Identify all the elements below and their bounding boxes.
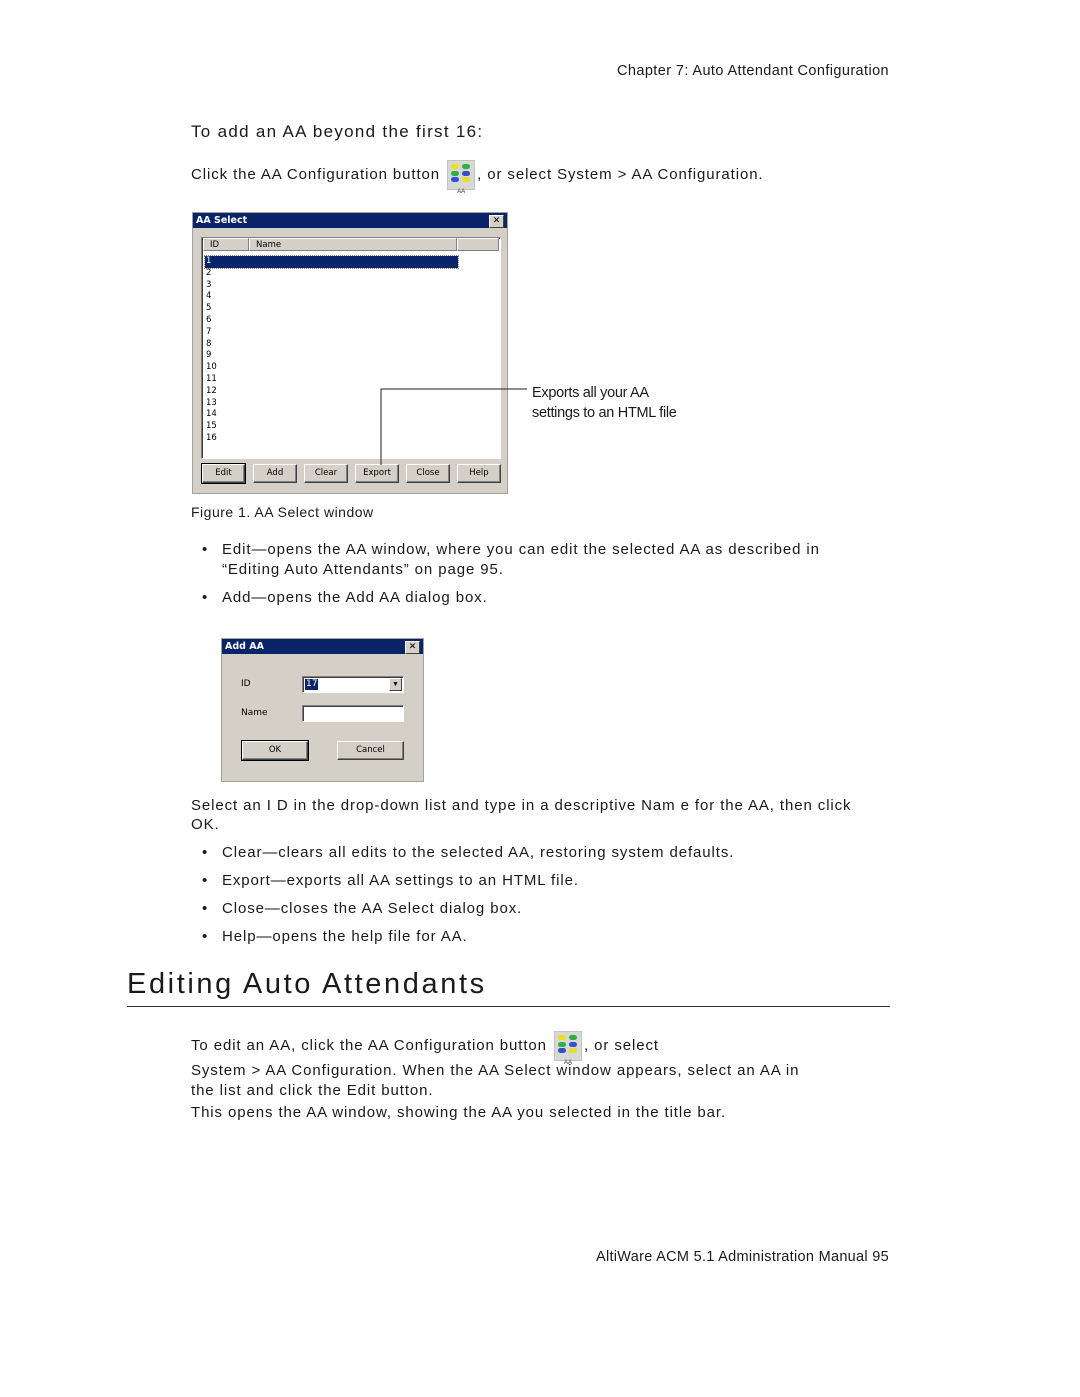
heading-rule — [127, 1006, 890, 1007]
page-footer: AltiWare ACM 5.1 Administration Manual 9… — [595, 1249, 889, 1265]
intro-text-before: Click the AA Configuration button — [191, 165, 441, 183]
close-icon[interactable]: ✕ — [489, 215, 504, 228]
add-button[interactable]: Add — [253, 464, 297, 483]
bullet-dot: • — [202, 928, 209, 945]
cancel-button[interactable]: Cancel — [337, 741, 404, 760]
list-item[interactable]: 6 — [206, 315, 211, 327]
id-value: 17 — [305, 679, 319, 690]
bullet-clear-text: Clear—clears all edits to the selected A… — [222, 844, 735, 861]
bullet-export-text: Export—exports all AA settings to an HTM… — [222, 872, 579, 889]
bullet-help-text: Help—opens the help file for AA. — [222, 928, 468, 945]
bullet-edit-line2: “Editing Auto Attendants” on page 95. — [222, 560, 504, 578]
list-item[interactable]: 9 — [206, 350, 211, 362]
running-head: Chapter 7: Auto Attendant Configuration — [617, 63, 889, 79]
select-paragraph-line1: Select an I D in the drop-down list and … — [191, 797, 852, 814]
list-item[interactable]: 11 — [206, 374, 217, 386]
select-paragraph-line2: OK. — [191, 816, 220, 833]
id-dropdown[interactable]: 17 ▼ — [302, 676, 404, 693]
list-item[interactable]: 13 — [206, 398, 217, 410]
figure-caption: Figure 1. AA Select window — [191, 504, 374, 520]
aa-configuration-icon: AA — [553, 1031, 582, 1066]
bullet-dot: • — [202, 900, 209, 917]
edit-text-after: , or select — [583, 1036, 659, 1054]
closing-paragraph: This opens the AA window, showing the AA… — [191, 1104, 727, 1121]
intro-text-after: , or select System > AA Configuration. — [477, 165, 764, 183]
name-input[interactable] — [302, 705, 404, 722]
section-subhead: To add an AA beyond the first 16: — [191, 122, 484, 141]
intro-paragraph: Click the AA Configuration button AA , o… — [191, 160, 764, 195]
edit-button[interactable]: Edit — [201, 463, 246, 484]
bullet-dot: • — [202, 872, 209, 889]
list-item[interactable]: 7 — [206, 327, 211, 339]
bullet-add-text: Add—opens the Add AA dialog box. — [222, 589, 488, 606]
edit-paragraph-line3: the list and click the Edit button. — [191, 1081, 434, 1099]
clear-button[interactable]: Clear — [304, 464, 348, 483]
list-item[interactable]: 14 — [206, 409, 217, 421]
callout-leader-line — [380, 388, 527, 465]
select-paragraph: Select an I D in the drop-down list and … — [191, 796, 891, 834]
aa-select-title: AA Select — [196, 215, 248, 226]
aa-select-titlebar: AA Select ✕ — [193, 213, 507, 228]
chevron-down-icon[interactable]: ▼ — [389, 678, 402, 691]
close-icon[interactable]: ✕ — [405, 641, 420, 654]
section-heading: Editing Auto Attendants — [127, 968, 487, 1000]
bullet-dot: • — [202, 541, 209, 558]
list-item[interactable]: 10 — [206, 362, 217, 374]
list-item-selected[interactable]: 1 — [204, 255, 459, 269]
edit-paragraph-line2: System > AA Configuration. When the AA S… — [191, 1062, 800, 1079]
bullet-dot: • — [202, 589, 209, 606]
add-aa-titlebar: Add AA ✕ — [222, 639, 423, 654]
list-item[interactable]: 3 — [206, 280, 211, 292]
add-aa-dialog: Add AA ✕ ID 17 ▼ Name OK Cancel — [221, 638, 424, 782]
bullet-edit-line1: Edit—opens the AA window, where you can … — [222, 541, 820, 558]
column-header-name[interactable]: Name — [249, 238, 457, 251]
list-item[interactable]: 16 — [206, 433, 217, 445]
column-header-id[interactable]: ID — [203, 238, 249, 251]
list-item[interactable]: 4 — [206, 291, 211, 303]
add-aa-title: Add AA — [225, 641, 264, 652]
name-label: Name — [241, 708, 268, 718]
id-label: ID — [241, 679, 251, 689]
list-item[interactable]: 2 — [206, 268, 211, 280]
list-item[interactable]: 15 — [206, 421, 217, 433]
aa-configuration-icon: AA — [447, 160, 476, 195]
column-header-blank — [457, 238, 499, 251]
edit-paragraph: To edit an AA, click the AA Configuratio… — [191, 1031, 891, 1100]
ok-button[interactable]: OK — [241, 740, 309, 761]
list-item[interactable]: 8 — [206, 339, 211, 351]
edit-text-before: To edit an AA, click the AA Configuratio… — [191, 1036, 547, 1054]
list-item[interactable]: 12 — [206, 386, 217, 398]
list-item[interactable]: 5 — [206, 303, 211, 315]
export-callout: Exports all your AA settings to an HTML … — [532, 385, 677, 421]
bullet-close-text: Close—closes the AA Select dialog box. — [222, 900, 523, 917]
bullet-dot: • — [202, 844, 209, 861]
